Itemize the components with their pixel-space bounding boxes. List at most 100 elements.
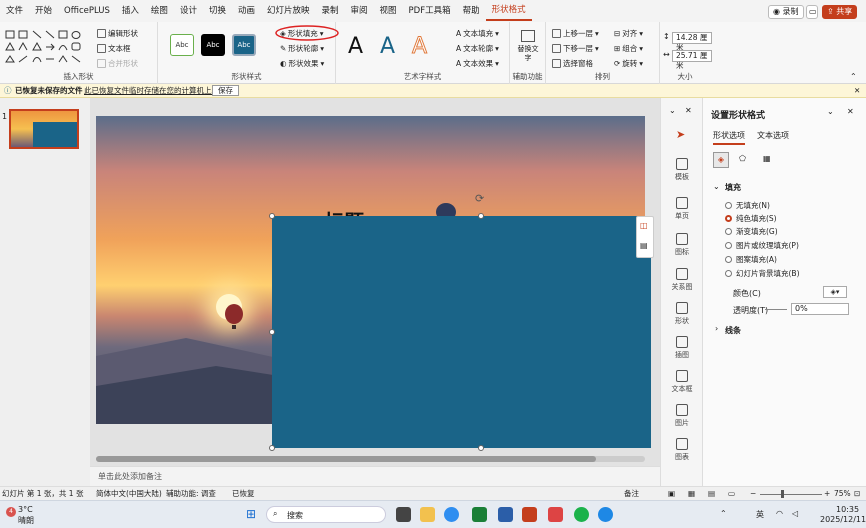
sorter-view-icon[interactable]: ▦ xyxy=(688,487,695,501)
app-icon[interactable] xyxy=(472,507,487,522)
info-message[interactable]: 此已恢复文件临时存储在您的计算机上。 xyxy=(84,84,219,98)
menu-design[interactable]: 设计 xyxy=(174,0,203,22)
wechat-icon[interactable] xyxy=(574,507,589,522)
fill-option-gradient[interactable]: 渐变填充(G) xyxy=(725,226,778,237)
wordart-sample-2[interactable]: A xyxy=(380,34,395,59)
shapes-gallery[interactable] xyxy=(4,28,92,66)
height-input[interactable]: 14.28 厘米 xyxy=(672,32,712,52)
fill-option-picture[interactable]: 图片或纹理填充(P) xyxy=(725,240,799,251)
zoom-out-icon[interactable]: − xyxy=(750,487,756,501)
menu-insert[interactable]: 插入 xyxy=(116,0,145,22)
scrollbar-thumb[interactable] xyxy=(96,456,596,462)
text-fill-button[interactable]: A 文本填充 ▾ xyxy=(456,28,499,39)
menu-officeplus[interactable]: OfficePLUS xyxy=(58,0,116,22)
fill-line-icon[interactable]: ◈ xyxy=(713,152,729,168)
chevron-down-icon[interactable]: ⌄ xyxy=(827,107,834,116)
normal-view-icon[interactable]: ▣ xyxy=(668,487,675,501)
accessibility-status[interactable]: 辅助功能: 调查 xyxy=(166,487,216,501)
zoom-level[interactable]: 75% xyxy=(834,487,851,501)
speaker-icon[interactable]: ◁ xyxy=(792,509,798,518)
windows-start-icon[interactable]: ⊞ xyxy=(246,507,256,521)
record-button[interactable]: ◉ 录制 xyxy=(768,5,804,19)
line-section-title[interactable]: 线条 xyxy=(725,325,741,336)
menu-help[interactable]: 帮助 xyxy=(457,0,486,22)
shape-effects-button[interactable]: ◐ 形状效果 ▾ xyxy=(280,58,324,69)
alt-text-button[interactable]: 替换文字 xyxy=(516,45,540,63)
resize-handle[interactable] xyxy=(269,329,275,335)
close-icon[interactable]: ✕ xyxy=(685,106,692,115)
transparency-input[interactable]: 0% xyxy=(791,303,849,315)
fill-section-chevron-icon[interactable]: ⌄ xyxy=(713,182,720,191)
resize-handle[interactable] xyxy=(269,213,275,219)
tray-chevron-icon[interactable]: ⌃ xyxy=(720,509,727,518)
layout-options-icon[interactable]: ◫ xyxy=(640,221,648,230)
zoom-slider[interactable] xyxy=(760,494,822,495)
info-save-button[interactable]: 保存 xyxy=(212,85,239,96)
zoom-in-icon[interactable]: + xyxy=(824,487,830,501)
selected-rectangle-shape[interactable] xyxy=(272,216,651,448)
clock-time[interactable]: 10:35 xyxy=(836,505,859,514)
powerpoint-icon[interactable] xyxy=(522,507,537,522)
line-section-chevron-icon[interactable]: › xyxy=(715,324,718,333)
wordart-sample-3[interactable]: A xyxy=(411,34,427,60)
side-shapes[interactable]: 形状 xyxy=(661,302,703,326)
text-outline-button[interactable]: A 文本轮廓 ▾ xyxy=(456,43,499,54)
style-sample-2[interactable]: Abc xyxy=(201,34,225,56)
menu-pdf-tools[interactable]: PDF工具箱 xyxy=(403,0,457,22)
resize-handle[interactable] xyxy=(478,445,484,451)
wordart-sample-1[interactable]: A xyxy=(348,34,363,59)
menu-draw[interactable]: 绘图 xyxy=(145,0,174,22)
group-button[interactable]: ⊞ 组合 ▾ xyxy=(614,43,643,54)
fill-option-solid[interactable]: 纯色填充(S) xyxy=(725,213,777,224)
slideshow-icon[interactable]: ▭ xyxy=(728,487,735,501)
rotate-handle-icon[interactable]: ⟳ xyxy=(475,192,484,205)
fill-option-pattern[interactable]: 图案填充(A) xyxy=(725,254,777,265)
size-properties-icon[interactable]: ▦ xyxy=(763,154,771,163)
menu-record[interactable]: 录制 xyxy=(316,0,345,22)
side-single-page[interactable]: 单页 xyxy=(661,197,703,221)
app-icon[interactable] xyxy=(548,507,563,522)
fit-slide-icon[interactable]: ⊡ xyxy=(854,487,860,501)
align-button[interactable]: ⊟ 对齐 ▾ xyxy=(614,28,643,39)
side-relations[interactable]: 关系图 xyxy=(661,268,703,292)
collapse-ribbon-icon[interactable]: ⌃ xyxy=(850,72,857,81)
send-backward-button[interactable]: 下移一层 ▾ xyxy=(552,43,599,54)
resize-handle[interactable] xyxy=(269,445,275,451)
text-effects-button[interactable]: A 文本效果 ▾ xyxy=(456,58,499,69)
style-sample-3[interactable]: Abc xyxy=(232,34,256,56)
chevron-down-icon[interactable]: ⌄ xyxy=(669,106,676,115)
textbox-button[interactable]: 文本框 xyxy=(97,43,131,54)
temperature[interactable]: 3°C xyxy=(18,505,33,514)
language[interactable]: 简体中文(中国大陆) xyxy=(96,487,162,501)
ime-indicator[interactable]: 英 xyxy=(756,509,764,520)
side-illustrations[interactable]: 插图 xyxy=(661,336,703,360)
edit-shape-button[interactable]: 编辑形状 xyxy=(97,28,138,39)
edge-icon[interactable] xyxy=(444,507,459,522)
notes-area[interactable]: 单击此处添加备注 xyxy=(90,466,660,486)
clock-date[interactable]: 2025/12/11 xyxy=(820,515,866,524)
side-textbox[interactable]: 文本框 xyxy=(661,370,703,394)
zoom-slider-thumb[interactable] xyxy=(781,490,784,498)
side-icons[interactable]: 图标 xyxy=(661,233,703,257)
transparency-slider[interactable] xyxy=(765,309,787,310)
style-sample-1[interactable]: Abc xyxy=(170,34,194,56)
tab-shape-options[interactable]: 形状选项 xyxy=(713,130,745,145)
selection-pane-button[interactable]: 选择窗格 xyxy=(552,58,593,69)
menu-review[interactable]: 审阅 xyxy=(345,0,374,22)
bring-forward-button[interactable]: 上移一层 ▾ xyxy=(552,28,599,39)
notes-button[interactable]: 备注 xyxy=(624,487,639,501)
rotate-button[interactable]: ⟳ 旋转 ▾ xyxy=(614,58,643,69)
menu-view[interactable]: 视图 xyxy=(374,0,403,22)
app-icon[interactable] xyxy=(598,507,613,522)
reading-view-icon[interactable]: ▤ xyxy=(708,487,715,501)
task-view-icon[interactable] xyxy=(396,507,411,522)
app-icon[interactable] xyxy=(498,507,513,522)
slide-thumbnail[interactable] xyxy=(9,109,79,149)
resize-handle[interactable] xyxy=(478,213,484,219)
close-icon[interactable]: ✕ xyxy=(847,107,854,116)
shape-outline-button[interactable]: ✎ 形状轮廓 ▾ xyxy=(280,43,324,54)
taskbar-search[interactable]: ⌕ 搜索 xyxy=(266,506,386,523)
effects-pentagon-icon[interactable]: ⬠ xyxy=(739,154,746,163)
menu-shape-format[interactable]: 形状格式 xyxy=(485,1,532,21)
comment-icon[interactable]: ▭ xyxy=(806,5,818,19)
